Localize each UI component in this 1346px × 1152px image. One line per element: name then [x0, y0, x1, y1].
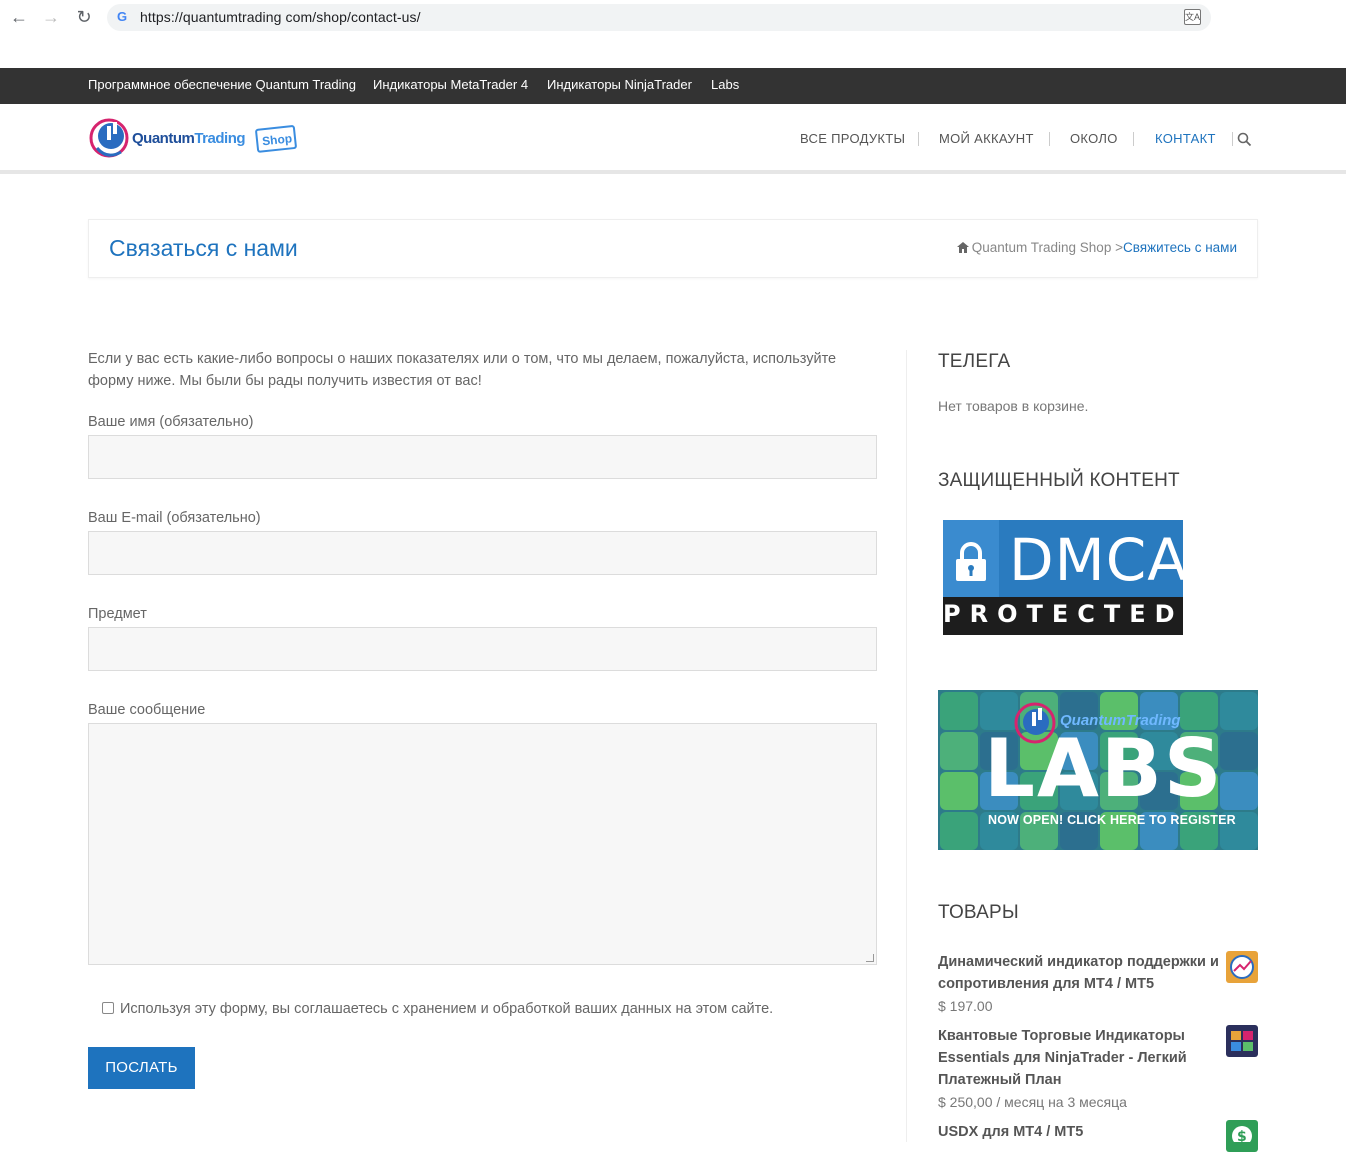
products-widget-title: ТОВАРЫ — [938, 902, 1019, 923]
breadcrumb-current: Свяжитесь с нами — [1122, 240, 1237, 255]
nav-separator — [1049, 132, 1050, 146]
topbar-link-software[interactable]: Программное обеспечение Quantum Trading — [88, 77, 356, 92]
breadcrumb-separator: > — [1115, 240, 1123, 255]
url-text[interactable]: https://quantumtrading com/shop/contact-… — [140, 9, 421, 25]
product-price: $ 197.00 — [938, 998, 993, 1014]
labs-tile — [1220, 772, 1258, 810]
browser-chrome: ← → ↻ G https://quantumtrading com/shop/… — [0, 0, 1346, 68]
site-header: QuantumTrading Shop ВСЕ ПРОДУКТЫ МОЙ АКК… — [0, 104, 1346, 174]
breadcrumb: Quantum Trading Shop >Свяжитесь с нами — [956, 240, 1237, 255]
message-textarea[interactable] — [88, 723, 877, 965]
svg-text:$: $ — [1237, 1129, 1247, 1142]
product-item[interactable]: USDX для MT4 / MT5 — [938, 1121, 1223, 1143]
labs-tile — [940, 692, 978, 730]
chart-compass-icon — [1230, 955, 1254, 979]
product-thumbnail[interactable] — [1226, 951, 1258, 983]
product-thumbnail[interactable]: $ — [1226, 1120, 1258, 1152]
sidebar-divider — [906, 350, 907, 1142]
breadcrumb-home[interactable]: Quantum Trading Shop — [972, 240, 1112, 255]
dmca-lock-box — [943, 520, 999, 597]
dmca-protected-text: PROTECTED — [943, 600, 1184, 628]
product-item[interactable]: Динамический индикатор поддержки и сопро… — [938, 951, 1223, 1017]
name-label: Ваше имя (обязательно) — [88, 414, 254, 430]
search-icon[interactable] — [1237, 132, 1252, 147]
subject-field[interactable] — [88, 627, 877, 671]
nav-separator — [1133, 132, 1134, 146]
reload-icon[interactable]: ↻ — [73, 6, 95, 28]
email-label: Ваш E-mail (обязательно) — [88, 510, 261, 526]
cart-empty-text: Нет товаров в корзине. — [938, 398, 1089, 414]
home-icon[interactable] — [956, 242, 969, 253]
dollar-icon: $ — [1232, 1126, 1252, 1146]
form-intro: Если у вас есть какие-либо вопросы о наш… — [88, 351, 837, 389]
product-name[interactable]: USDX для MT4 / MT5 — [938, 1121, 1223, 1143]
labs-title: LABS — [984, 722, 1224, 815]
translate-icon[interactable]: 文A — [1184, 9, 1201, 25]
email-field[interactable] — [88, 531, 877, 575]
topbar-link-labs[interactable]: Labs — [711, 77, 739, 92]
labs-cta: NOW OPEN! CLICK HERE TO REGISTER — [988, 813, 1236, 827]
labs-banner[interactable]: QuantumTrading LABS NOW OPEN! CLICK HERE… — [938, 690, 1258, 850]
page-title: Связаться с нами — [109, 235, 298, 261]
subject-label: Предмет — [88, 606, 147, 622]
resize-handle[interactable] — [866, 954, 874, 962]
back-arrow-icon[interactable]: ← — [8, 6, 30, 28]
name-field[interactable] — [88, 435, 877, 479]
message-label: Ваше сообщение — [88, 702, 206, 718]
topbar-link-mt4[interactable]: Индикаторы MetaTrader 4 — [373, 77, 528, 92]
topbar-link-ninjatrader[interactable]: Индикаторы NinjaTrader — [547, 77, 692, 92]
cart-widget-title: ТЕЛЕГА — [938, 351, 1011, 372]
nav-my-account[interactable]: МОЙ АККАУНТ — [939, 131, 1034, 146]
page-title-box: Связаться с нами Quantum Trading Shop >С… — [88, 219, 1258, 278]
nav-contact[interactable]: КОНТАКТ — [1155, 131, 1216, 146]
labs-tile — [940, 732, 978, 770]
dmca-badge[interactable]: DMCA PROTECTED — [943, 520, 1187, 635]
consent-row: Используя эту форму, вы соглашаетесь с х… — [102, 1001, 773, 1017]
site-logo[interactable]: QuantumTrading Shop — [87, 114, 307, 166]
consent-checkbox[interactable] — [102, 1002, 114, 1014]
labs-tile — [940, 812, 978, 850]
labs-tile — [1220, 732, 1258, 770]
nav-separator — [1232, 132, 1233, 146]
google-icon: G — [117, 9, 128, 24]
nav-separator — [918, 132, 919, 146]
logo-graphic: QuantumTrading Shop — [89, 118, 297, 158]
svg-text:QuantumTrading: QuantumTrading — [132, 130, 245, 147]
submit-button[interactable]: ПОСЛАТЬ — [88, 1047, 195, 1089]
lock-icon — [956, 542, 986, 581]
top-bar: Программное обеспечение Quantum Trading … — [0, 68, 1346, 104]
product-name[interactable]: Квантовые Торговые Индикаторы Essentials… — [938, 1025, 1198, 1091]
product-thumbnail[interactable] — [1226, 1025, 1258, 1057]
protected-widget-title: ЗАЩИЩЕННЫЙ КОНТЕНТ — [938, 470, 1180, 491]
indicators-icon — [1231, 1031, 1253, 1051]
forward-arrow-icon[interactable]: → — [40, 6, 62, 28]
labs-tile — [940, 772, 978, 810]
product-item[interactable]: Квантовые Торговые Индикаторы Essentials… — [938, 1025, 1198, 1113]
product-name[interactable]: Динамический индикатор поддержки и сопро… — [938, 951, 1223, 995]
dmca-text: DMCA — [1009, 526, 1188, 594]
consent-text: Используя эту форму, вы соглашаетесь с х… — [120, 1001, 774, 1017]
nav-about[interactable]: ОКОЛО — [1070, 131, 1118, 146]
product-price: $ 250,00 / месяц на 3 месяца — [938, 1094, 1127, 1110]
address-bar[interactable]: G https://quantumtrading com/shop/contac… — [107, 4, 1211, 31]
labs-tile — [1220, 692, 1258, 730]
nav-all-products[interactable]: ВСЕ ПРОДУКТЫ — [800, 131, 905, 146]
